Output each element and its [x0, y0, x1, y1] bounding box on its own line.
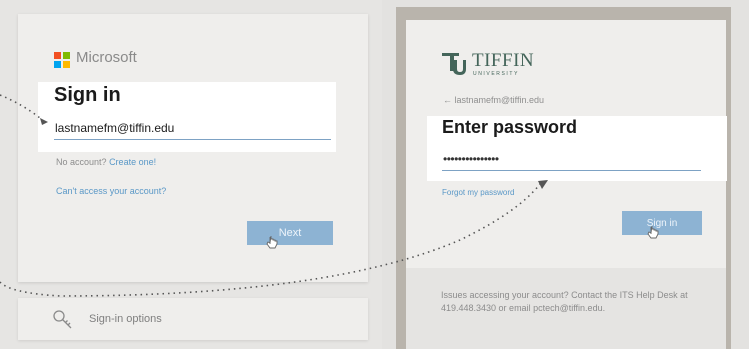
arrow-to-password	[0, 183, 541, 297]
arrow-head-left	[40, 118, 48, 125]
annotation-arrows	[0, 94, 548, 297]
arrow-to-email	[0, 94, 41, 119]
